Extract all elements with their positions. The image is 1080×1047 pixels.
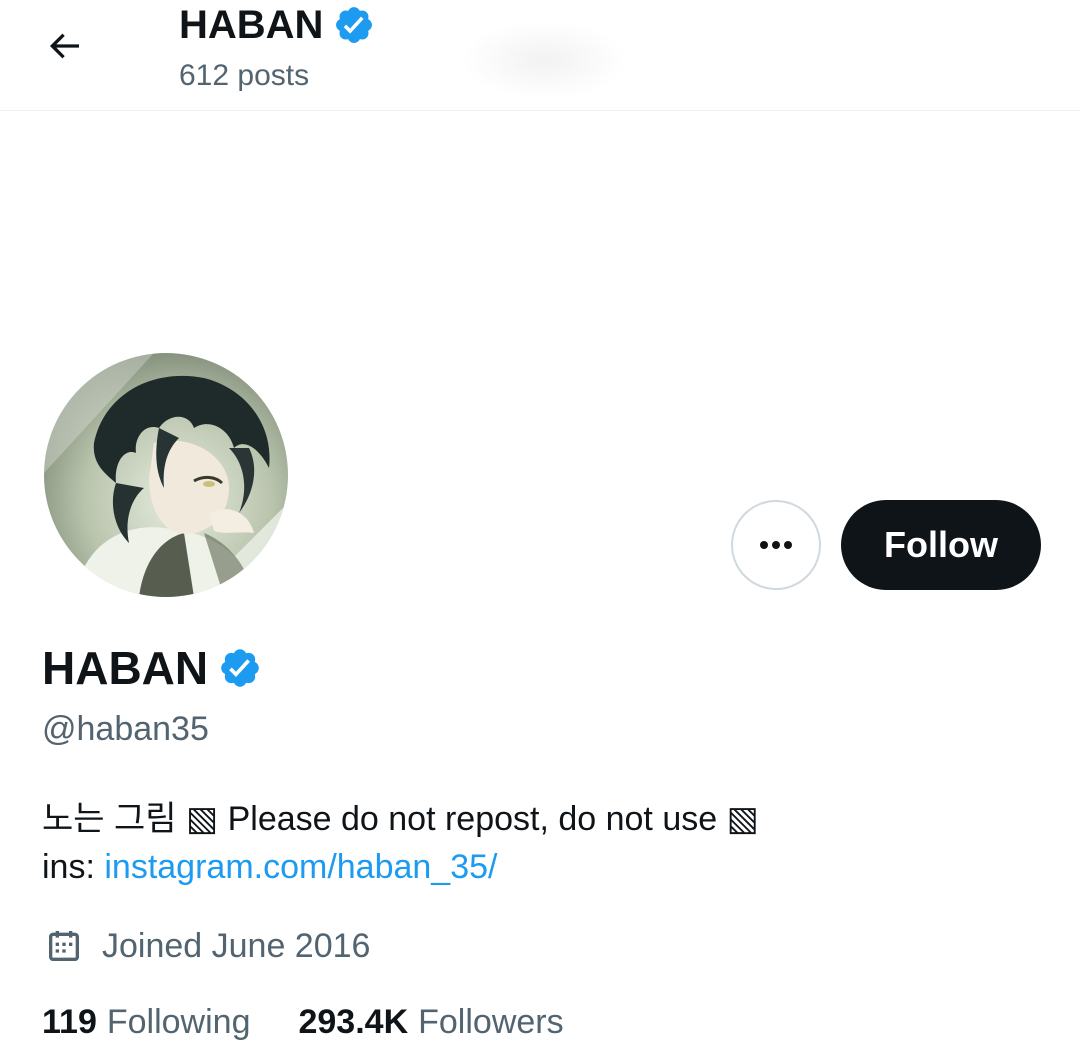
bio-line-1: 노는 그림 ▧ Please do not repost, do not use…	[42, 800, 759, 838]
arrow-left-icon	[49, 33, 79, 59]
profile-name-row: HABAN	[42, 640, 262, 696]
following-stat[interactable]: 119 Following	[42, 1003, 250, 1042]
verified-badge-icon	[336, 7, 373, 43]
header-banner-ghost	[460, 20, 630, 100]
header-title: HABAN	[179, 2, 375, 48]
follow-stats: 119 Following 293.4K Followers	[42, 998, 564, 1046]
joined-date: Joined June 2016	[102, 926, 371, 965]
header-name: HABAN	[179, 3, 324, 47]
avatar-illustration	[44, 353, 288, 597]
profile-avatar[interactable]	[44, 353, 288, 597]
follow-button[interactable]: Follow	[841, 500, 1041, 590]
following-label: Following	[106, 1002, 251, 1041]
back-button[interactable]	[34, 18, 94, 74]
profile-handle: @haban35	[42, 710, 209, 748]
joined-date-row: Joined June 2016	[44, 922, 370, 970]
more-options-button[interactable]	[731, 500, 821, 590]
following-count: 119	[42, 1002, 97, 1041]
followers-count: 293.4K	[298, 1002, 409, 1041]
profile-bio: 노는 그림 ▧ Please do not repost, do not use…	[42, 795, 1042, 891]
followers-label: Followers	[418, 1002, 564, 1041]
header-posts-count: 612 posts	[179, 59, 310, 92]
profile-display-name: HABAN	[42, 642, 209, 694]
followers-stat[interactable]: 293.4K Followers	[298, 1003, 563, 1042]
top-bar: HABAN 612 posts	[0, 0, 1080, 111]
calendar-icon	[49, 931, 79, 961]
verified-badge-icon[interactable]	[218, 646, 262, 690]
bio-link-prefix: ins:	[42, 848, 105, 886]
bio-line-2: ins: instagram.com/haban_35/	[42, 843, 1042, 891]
instagram-link[interactable]: instagram.com/haban_35/	[104, 848, 497, 886]
more-options-icon	[760, 541, 792, 549]
